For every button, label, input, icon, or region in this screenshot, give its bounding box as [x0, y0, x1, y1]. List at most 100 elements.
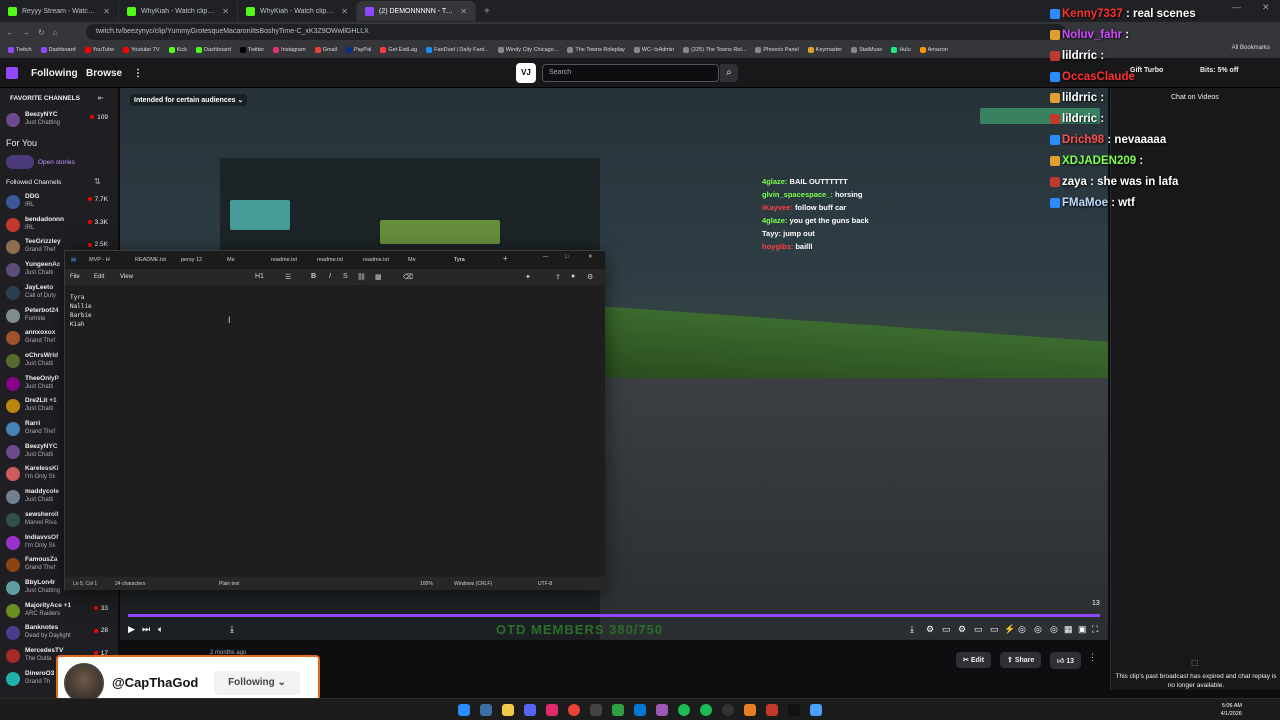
app-icon[interactable] — [744, 704, 756, 716]
list-icon[interactable]: ☰ — [285, 273, 291, 281]
screen-icon[interactable]: ▭ — [974, 624, 983, 635]
app-icon[interactable] — [656, 704, 668, 716]
close-icon[interactable]: ✕ — [103, 7, 110, 16]
app-icon[interactable] — [634, 704, 646, 716]
like-button[interactable]: 👍︎ 13 — [1050, 652, 1082, 669]
app-icon[interactable] — [546, 704, 558, 716]
encoding[interactable]: UTF-8 — [538, 581, 552, 587]
heading-dropdown[interactable]: H1 — [255, 273, 264, 280]
following-button[interactable]: Following ⌄ — [214, 671, 300, 695]
nav-browse[interactable]: Browse — [86, 68, 122, 79]
bookmark[interactable]: WC- txAdmin — [633, 47, 674, 53]
stories-avatars[interactable] — [6, 155, 34, 169]
chat-username[interactable]: lildrric — [1062, 92, 1097, 104]
editor-tab[interactable]: readme.txt — [317, 257, 343, 263]
extension-logo-icon[interactable]: VJ — [516, 63, 536, 83]
followed-channel-item[interactable]: MajorityAce +1 ARC Raiders 33 — [0, 601, 118, 623]
bookmark[interactable]: Keymaster — [807, 47, 842, 53]
discord-icon[interactable] — [524, 704, 536, 716]
close-icon[interactable]: ✕ — [222, 7, 229, 16]
open-stories-link[interactable]: Open stories — [38, 159, 75, 166]
chrome-icon[interactable] — [568, 704, 580, 716]
editor-tab[interactable]: MVP - H — [89, 257, 110, 263]
bookmark[interactable]: The Towns Roleplay — [567, 47, 625, 53]
bookmark[interactable]: (225) The Towns Rol... — [683, 47, 746, 53]
minimize-icon[interactable]: — — [543, 254, 549, 260]
new-tab-button[interactable]: + — [503, 254, 508, 263]
bookmark[interactable]: Twitch — [8, 47, 32, 53]
bookmark[interactable]: Kick — [168, 47, 187, 53]
bookmark[interactable]: Windy City Chicago... — [497, 47, 558, 53]
volume-icon[interactable]: 🔈︎ — [158, 624, 163, 635]
chat-username[interactable]: OccasClaude — [1062, 71, 1135, 83]
download-icon[interactable]: ⤓ — [230, 624, 234, 635]
bookmark[interactable]: FanDuel | Daily Fant... — [426, 47, 489, 53]
bookmark[interactable]: Gmail — [314, 47, 337, 53]
editor-tab[interactable]: readme.txt — [363, 257, 389, 263]
followed-channel-item[interactable]: bendadonnn IRL 3.3K — [0, 215, 118, 237]
chat-username[interactable]: Noluv_fahr — [1062, 29, 1122, 41]
circle-icon[interactable]: ◎ — [1050, 624, 1058, 635]
play-icon[interactable]: ▶ — [128, 624, 135, 635]
system-clock[interactable]: 5:06 AM 4/1/2026 — [1221, 702, 1242, 718]
browser-tab-active[interactable]: (2) DEMONNNNN - Twitch ✕ — [357, 1, 476, 21]
forward-icon[interactable]: → — [22, 28, 30, 37]
browser-tab[interactable]: WhyKiah - Watch clips on Kick✕ — [119, 1, 238, 21]
maximize-icon[interactable]: □ — [565, 254, 568, 260]
theatre-icon[interactable]: ▭ — [942, 624, 951, 635]
close-icon[interactable]: ✕ — [460, 7, 467, 16]
bookmark[interactable]: YouTube — [84, 47, 114, 53]
folder-icon[interactable] — [502, 704, 514, 716]
chat-username[interactable]: zaya — [1062, 176, 1087, 188]
chat-username[interactable]: Kenny7337 — [1062, 8, 1123, 20]
bookmark[interactable]: Get ExitLag — [380, 47, 417, 53]
new-tab-button[interactable]: + — [476, 6, 498, 17]
text-format[interactable]: Plain text — [219, 581, 240, 587]
italic-icon[interactable]: I — [329, 273, 331, 280]
settings-icon[interactable]: ⚙ — [587, 273, 593, 281]
pip-icon[interactable]: ▣ — [1078, 624, 1087, 635]
bookmark[interactable]: Phoenix Panel — [755, 47, 799, 53]
bookmark[interactable]: Youtube TV — [123, 47, 160, 53]
menu-view[interactable]: View — [120, 274, 133, 280]
sort-icon[interactable]: ⇅ — [94, 177, 101, 186]
bookmark[interactable]: Instagram — [273, 47, 306, 53]
strikethrough-icon[interactable]: S — [343, 273, 348, 280]
progress-bar[interactable] — [128, 614, 1100, 617]
app-icon[interactable] — [678, 704, 690, 716]
chat-username[interactable]: Drich98 — [1062, 134, 1104, 146]
search-input[interactable]: Search — [542, 64, 719, 82]
twitch-logo-icon[interactable] — [6, 67, 18, 79]
bold-icon[interactable]: B — [311, 273, 316, 280]
home-icon[interactable]: ⌂ — [53, 28, 58, 37]
edit-button[interactable]: ✂ Edit — [956, 652, 992, 668]
copilot-icon[interactable]: ✦ — [525, 273, 531, 281]
fullscreen-icon[interactable]: ⛶ — [1092, 624, 1098, 635]
audience-label[interactable]: Intended for certain audiences ⌄ — [130, 94, 248, 106]
url-field[interactable]: twitch.tv/beezynyc/clip/YummyGrotesqueMa… — [86, 24, 1066, 40]
table-icon[interactable]: ▦ — [375, 273, 382, 281]
more-icon[interactable]: ⋮ — [133, 68, 143, 79]
app-icon[interactable] — [480, 704, 492, 716]
menu-file[interactable]: File — [70, 274, 80, 280]
editor-text-area[interactable]: Tyra Nallie Barbie Kiah I — [65, 285, 605, 575]
bolt-icon[interactable]: ⚡ — [1004, 624, 1015, 635]
app-icon[interactable] — [722, 704, 734, 716]
circle-icon[interactable]: ◎ — [1034, 624, 1042, 635]
notepad-icon[interactable] — [810, 704, 822, 716]
editor-tab[interactable]: persy 12 — [181, 257, 202, 263]
editor-tab-active[interactable]: Tyra — [454, 257, 465, 263]
editor-tab[interactable]: readme.txt — [271, 257, 297, 263]
x-icon[interactable] — [788, 704, 800, 716]
nav-following[interactable]: Following — [31, 68, 78, 79]
close-icon[interactable]: ✕ — [341, 7, 348, 16]
collapse-icon[interactable]: ⇤ — [98, 94, 103, 102]
menu-edit[interactable]: Edit — [94, 274, 104, 280]
line-ending[interactable]: Windows (CRLF) — [454, 581, 492, 587]
channel-name[interactable]: @CapThaGod — [112, 675, 198, 690]
more-icon[interactable]: ⋮ — [1088, 652, 1097, 663]
link-icon[interactable]: ⛓ — [357, 273, 366, 281]
layout-icon[interactable]: ▦ — [1064, 624, 1073, 635]
bookmark[interactable]: Hulu — [891, 47, 911, 53]
chat-username[interactable]: XDJADEN209 — [1062, 155, 1136, 167]
